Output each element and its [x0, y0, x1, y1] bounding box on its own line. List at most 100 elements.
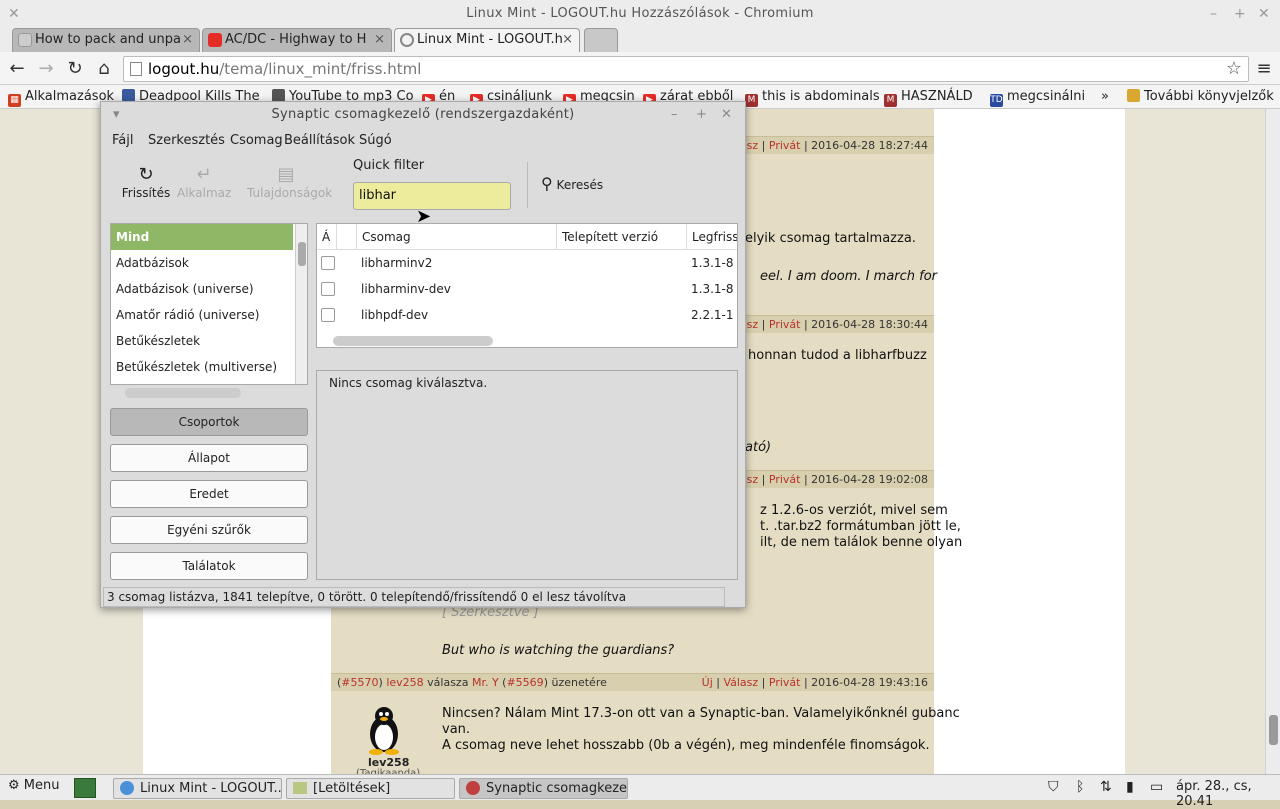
- close-icon[interactable]: ✕: [1258, 0, 1270, 28]
- properties-label: Tulajdonságok: [247, 186, 333, 200]
- package-row[interactable]: libharminv-dev 1.3.1-8: [317, 276, 737, 302]
- taskbar-item-chromium[interactable]: Linux Mint - LOGOUT...: [113, 778, 282, 799]
- post-number-link[interactable]: #5570: [341, 676, 378, 689]
- menu-help[interactable]: Súgó: [359, 133, 392, 148]
- forward-icon[interactable]: →: [36, 59, 56, 79]
- reload-button[interactable]: ↻ Frissítés: [117, 164, 175, 200]
- back-icon[interactable]: ←: [7, 59, 27, 79]
- package-checkbox[interactable]: [321, 256, 335, 270]
- search-results-button[interactable]: Találatok: [110, 552, 308, 580]
- other-bookmarks[interactable]: További könyvjelzők: [1127, 88, 1274, 106]
- category-item[interactable]: Adatbázisok (universe): [111, 276, 293, 302]
- category-item[interactable]: Betűkészletek: [111, 328, 293, 354]
- private-link[interactable]: Privát: [769, 139, 801, 152]
- category-item[interactable]: Mind: [111, 224, 293, 250]
- category-item[interactable]: Betűkészletek (multiverse): [111, 354, 293, 380]
- bookmark-apps[interactable]: ▦ Alkalmazások: [8, 88, 114, 107]
- tab-3[interactable]: Linux Mint - LOGOUT.h ×: [394, 28, 580, 52]
- show-desktop-icon[interactable]: [74, 778, 96, 798]
- bluetooth-icon[interactable]: ᛒ: [1076, 779, 1084, 795]
- shield-icon[interactable]: ⛉: [1048, 779, 1059, 795]
- package-name: libharminv2: [361, 256, 433, 270]
- network-icon[interactable]: ⇅: [1100, 779, 1112, 795]
- scrollbar-thumb[interactable]: [298, 242, 306, 266]
- search-button[interactable]: ⚲ Keresés: [541, 174, 603, 193]
- scrollbar-thumb[interactable]: [1269, 715, 1278, 745]
- package-row[interactable]: libhpdf-dev 2.2.1-1: [317, 302, 737, 328]
- maximize-icon[interactable]: +: [1234, 0, 1246, 28]
- reload-icon[interactable]: ↻: [65, 59, 85, 79]
- quick-filter-input[interactable]: libhar: [353, 182, 511, 210]
- column-status[interactable]: Á: [317, 224, 337, 250]
- bookmark-item[interactable]: TD megcsinálni: [990, 88, 1085, 107]
- bookmark-label: megcsinálni: [1007, 89, 1086, 104]
- battery-icon[interactable]: ▭: [1150, 779, 1163, 795]
- maximize-icon[interactable]: +: [696, 102, 707, 128]
- home-icon[interactable]: ⌂: [94, 59, 114, 79]
- category-hscroll-thumb[interactable]: [125, 388, 241, 398]
- package-checkbox[interactable]: [321, 282, 335, 296]
- window-menu-icon[interactable]: ✕: [8, 0, 20, 28]
- menu-button[interactable]: ⚙ Menu: [8, 778, 60, 793]
- address-bar[interactable]: logout.hu/tema/linux_mint/friss.html ☆: [123, 56, 1249, 82]
- origin-button[interactable]: Eredet: [110, 480, 308, 508]
- menu-settings[interactable]: Beállítások: [284, 133, 355, 148]
- tab-close-icon[interactable]: ×: [562, 29, 573, 51]
- custom-filters-button[interactable]: Egyéni szűrők: [110, 516, 308, 544]
- minimize-icon[interactable]: –: [1210, 0, 1217, 28]
- new-tab-button[interactable]: [584, 28, 618, 52]
- bookmark-star-icon[interactable]: ☆: [1226, 57, 1242, 81]
- menu-file[interactable]: Fájl: [112, 133, 133, 148]
- chrome-menu-icon[interactable]: ≡: [1254, 59, 1274, 79]
- package-latest: 2.2.1-1: [691, 308, 734, 322]
- page-scrollbar[interactable]: [1265, 109, 1280, 774]
- tab-close-icon[interactable]: ×: [182, 29, 193, 51]
- package-row[interactable]: libharminv2 1.3.1-8: [317, 250, 737, 276]
- category-item[interactable]: Amatőr rádió (universe): [111, 302, 293, 328]
- avatar[interactable]: [364, 704, 404, 756]
- minimize-icon[interactable]: –: [671, 102, 678, 128]
- taskbar-item-downloads[interactable]: [Letöltések]: [286, 778, 455, 799]
- package-description: Nincs csomag kiválasztva.: [316, 370, 738, 580]
- reply-link[interactable]: Válasz: [723, 676, 758, 689]
- private-link[interactable]: Privát: [769, 473, 801, 486]
- column-latest-version[interactable]: Legfriss: [687, 224, 737, 250]
- private-link[interactable]: Privát: [769, 676, 801, 689]
- bookmarks-overflow-button[interactable]: »: [1101, 88, 1109, 106]
- column-installed-version[interactable]: Telepített verzió: [557, 224, 687, 250]
- ref-link[interactable]: #5569: [506, 676, 543, 689]
- window-menu-icon[interactable]: ▾: [113, 102, 120, 128]
- package-checkbox[interactable]: [321, 308, 335, 322]
- private-link[interactable]: Privát: [769, 318, 801, 331]
- category-scrollbar[interactable]: [295, 224, 307, 384]
- new-link[interactable]: Új: [702, 676, 713, 689]
- tab-close-icon[interactable]: ×: [374, 29, 385, 51]
- tab-2[interactable]: AC/DC - Highway to H ×: [202, 28, 392, 52]
- clock[interactable]: ápr. 28., cs, 20.41: [1176, 779, 1280, 809]
- signal-icon[interactable]: ▮: [1126, 779, 1134, 795]
- tab-1[interactable]: How to pack and unpa ×: [12, 28, 200, 52]
- taskbar-label: Linux Mint - LOGOUT...: [140, 781, 282, 796]
- column-flag[interactable]: [337, 224, 357, 250]
- groups-button[interactable]: Csoportok: [110, 408, 308, 436]
- post-text: van.: [442, 722, 471, 737]
- reload-label: Frissítés: [121, 186, 171, 200]
- bookmark-item[interactable]: Mthis is abdominals: [745, 88, 880, 107]
- menu-package[interactable]: Csomag: [230, 133, 283, 148]
- post-time: 2016-04-28 19:43:16: [811, 676, 928, 689]
- apply-button[interactable]: ↵ Alkalmaz: [177, 164, 231, 200]
- tab-label: How to pack and unpa: [35, 32, 181, 47]
- menu-edit[interactable]: Szerkesztés: [148, 133, 225, 148]
- taskbar-item-synaptic[interactable]: Synaptic csomagkezelő...: [459, 778, 628, 799]
- reply-to-link[interactable]: Mr. Y: [472, 676, 499, 689]
- column-package[interactable]: Csomag: [357, 224, 557, 250]
- properties-button[interactable]: ▤ Tulajdonságok: [247, 164, 332, 200]
- close-icon[interactable]: ✕: [721, 102, 732, 128]
- category-item[interactable]: Adatbázisok: [111, 250, 293, 276]
- table-hscroll-thumb[interactable]: [333, 336, 493, 346]
- bookmark-item[interactable]: M HASZNÁLD: [884, 88, 973, 107]
- status-button[interactable]: Állapot: [110, 444, 308, 472]
- mouse-cursor-icon: ➤: [416, 206, 432, 227]
- author-link[interactable]: lev258: [386, 676, 423, 689]
- search-label: Keresés: [556, 178, 604, 192]
